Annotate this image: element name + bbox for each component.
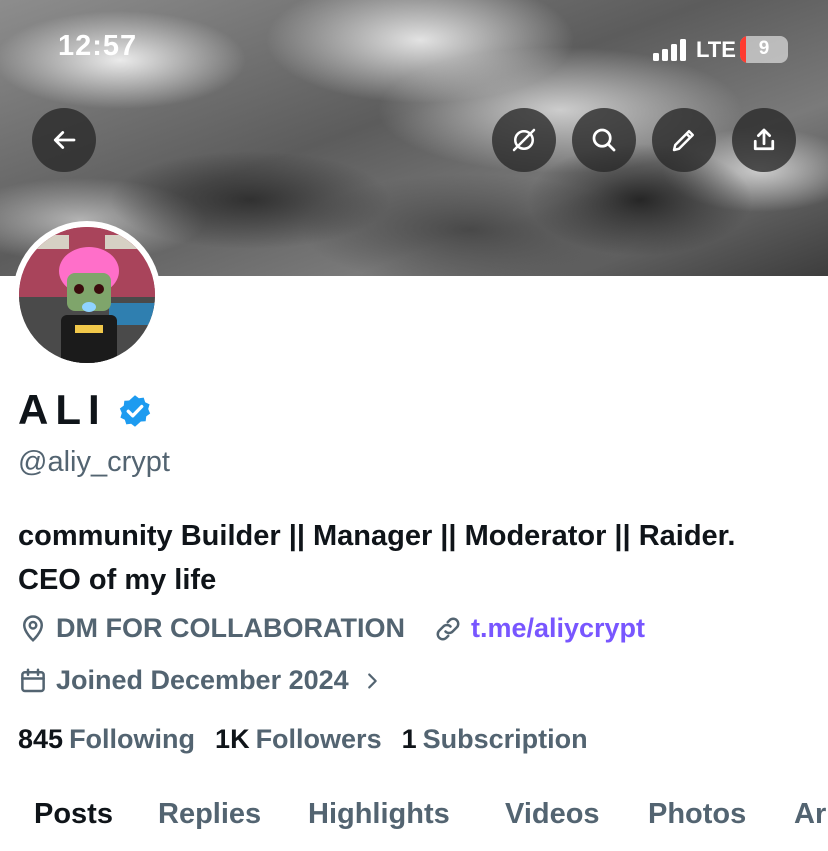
followers-count: 1K (215, 724, 250, 754)
tab-photos[interactable]: Photos (648, 798, 746, 831)
back-button[interactable] (32, 108, 96, 172)
joined-date: Joined December 2024 (56, 665, 349, 695)
user-handle: @aliy_crypt (18, 446, 170, 478)
signal-icon (653, 39, 689, 61)
subscription-stat[interactable]: 1 Subscription (402, 724, 588, 755)
avatar-image (19, 227, 155, 363)
chevron-right-icon (367, 672, 377, 689)
share-icon (753, 128, 775, 151)
subscription-count: 1 (401, 724, 417, 754)
tab-highlights[interactable]: Highlights (308, 798, 450, 831)
grok-button[interactable] (492, 108, 556, 172)
search-icon (592, 128, 616, 152)
subscription-label: Subscription (422, 724, 588, 754)
following-label: Following (69, 724, 196, 754)
tab-videos[interactable]: Videos (505, 798, 600, 831)
battery-level: 9 (758, 38, 770, 59)
joined-row[interactable]: Joined December 2024 (18, 665, 391, 696)
link-icon (436, 617, 460, 640)
followers-label: Followers (255, 724, 382, 754)
pencil-icon (672, 130, 694, 152)
display-name: ALI (18, 386, 107, 433)
tab-articles[interactable]: Ar (794, 798, 826, 831)
profile-stats: 845 Following 1K Followers 1 Subscription (18, 724, 608, 755)
profile-tabs: Posts Replies Highlights Videos Photos A… (0, 795, 828, 851)
bio-line-2: CEO of my life (18, 564, 217, 596)
followers-stat[interactable]: 1K Followers (215, 724, 382, 755)
arrow-left-icon (53, 131, 76, 149)
following-count: 845 (18, 724, 64, 754)
battery-icon: 9 (740, 36, 788, 63)
profile-location: DM FOR COLLABORATION (56, 613, 405, 643)
profile-website-link[interactable]: t.me/aliycrypt (471, 613, 645, 644)
tab-posts[interactable]: Posts (34, 798, 113, 831)
network-type: LTE (696, 37, 736, 62)
status-bar: 12:57 LTE 9 (0, 0, 828, 100)
tab-replies[interactable]: Replies (158, 798, 261, 831)
edit-button[interactable] (652, 108, 716, 172)
profile-meta-row: DM FOR COLLABORATION t.me/aliycrypt (18, 613, 645, 644)
following-stat[interactable]: 845 Following (18, 724, 195, 755)
calendar-icon (21, 668, 45, 692)
location-pin-icon (22, 614, 44, 642)
profile-bio: community Builder || Manager || Moderato… (18, 514, 818, 602)
search-button[interactable] (572, 108, 636, 172)
verified-badge-icon[interactable] (117, 393, 153, 429)
bio-line-1: community Builder || Manager || Moderato… (18, 520, 736, 552)
share-button[interactable] (732, 108, 796, 172)
grok-icon (512, 128, 536, 152)
avatar[interactable] (13, 221, 161, 369)
status-time: 12:57 (58, 30, 138, 62)
